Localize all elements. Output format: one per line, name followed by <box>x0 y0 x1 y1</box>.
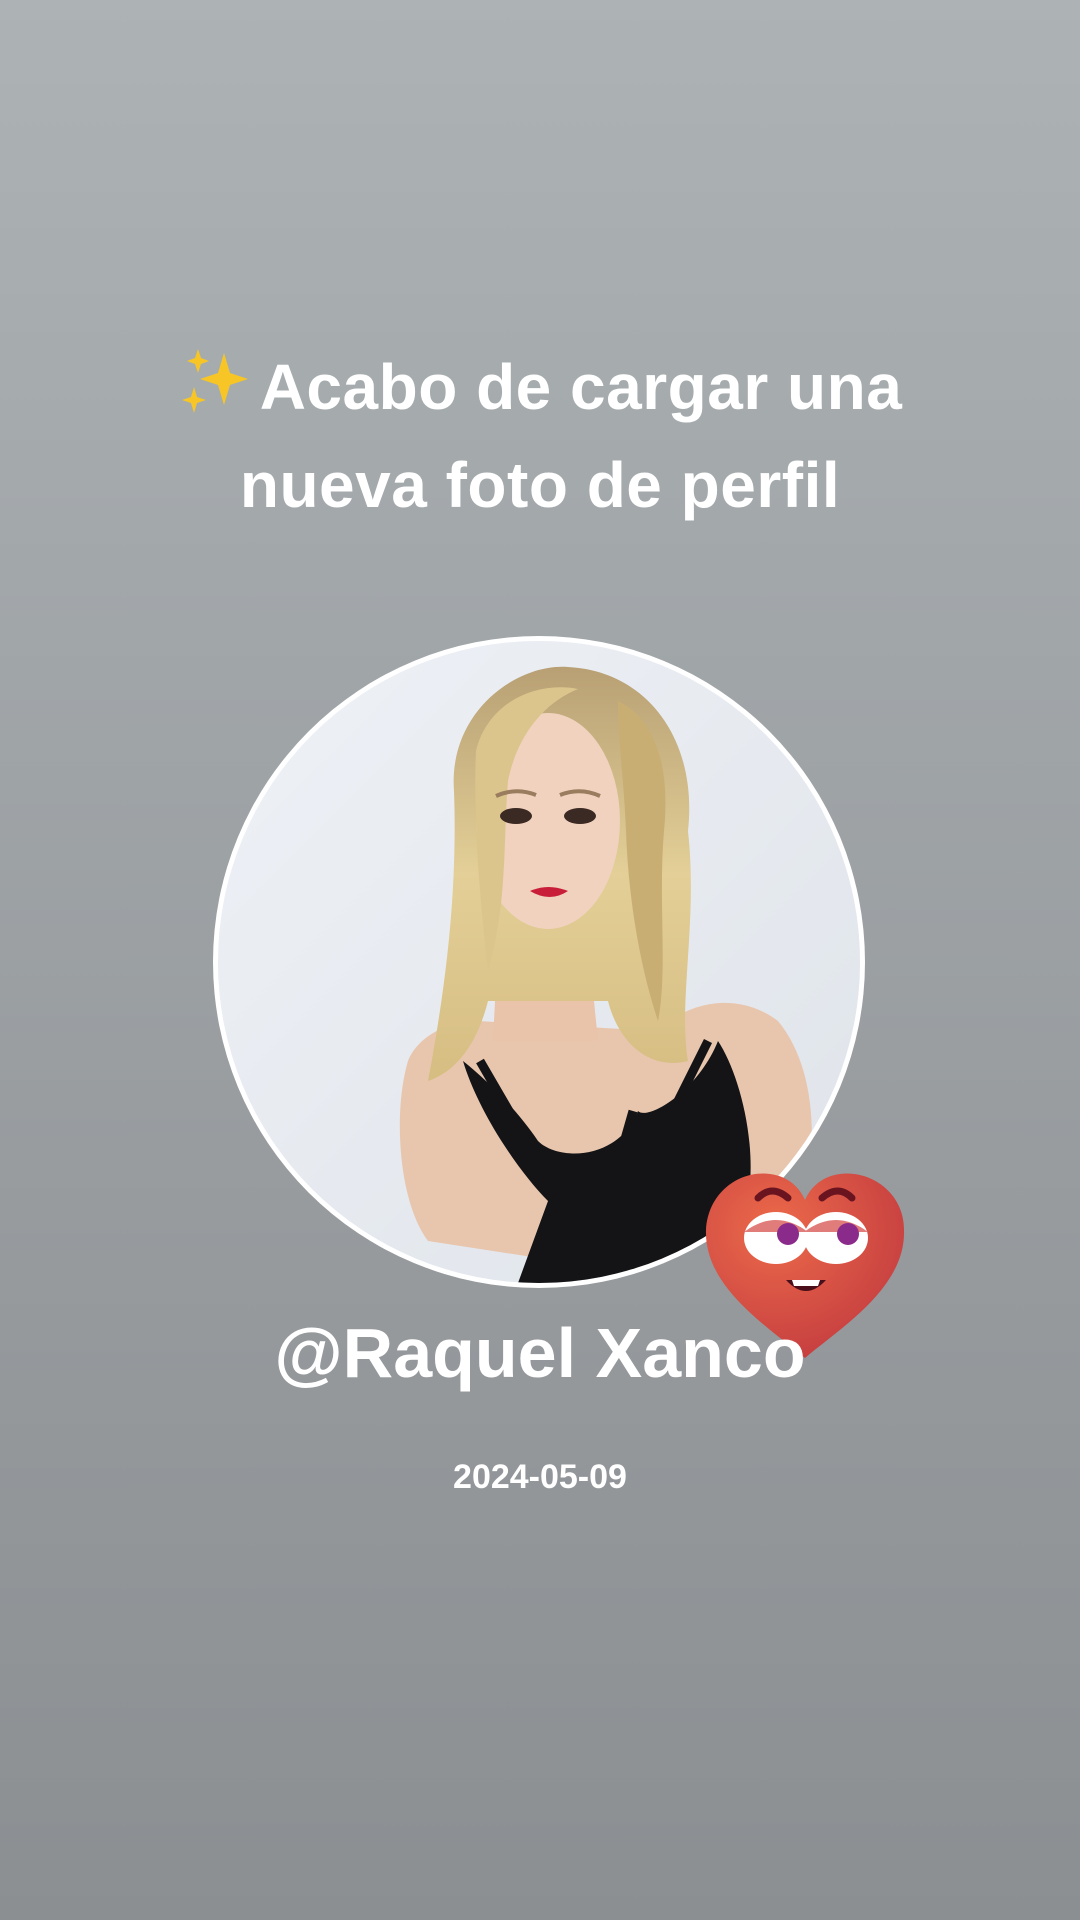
story-headline: Acabo de cargar una nueva foto de perfil <box>90 338 990 534</box>
headline-line-1: Acabo de cargar una <box>90 338 990 436</box>
post-date: 2024-05-09 <box>453 1458 627 1496</box>
username: @Raquel Xanco <box>274 1314 806 1392</box>
sparkles-icon <box>178 346 254 416</box>
headline-line-2: nueva foto de perfil <box>239 449 841 521</box>
headline-text-1: Acabo de cargar una <box>259 351 903 423</box>
